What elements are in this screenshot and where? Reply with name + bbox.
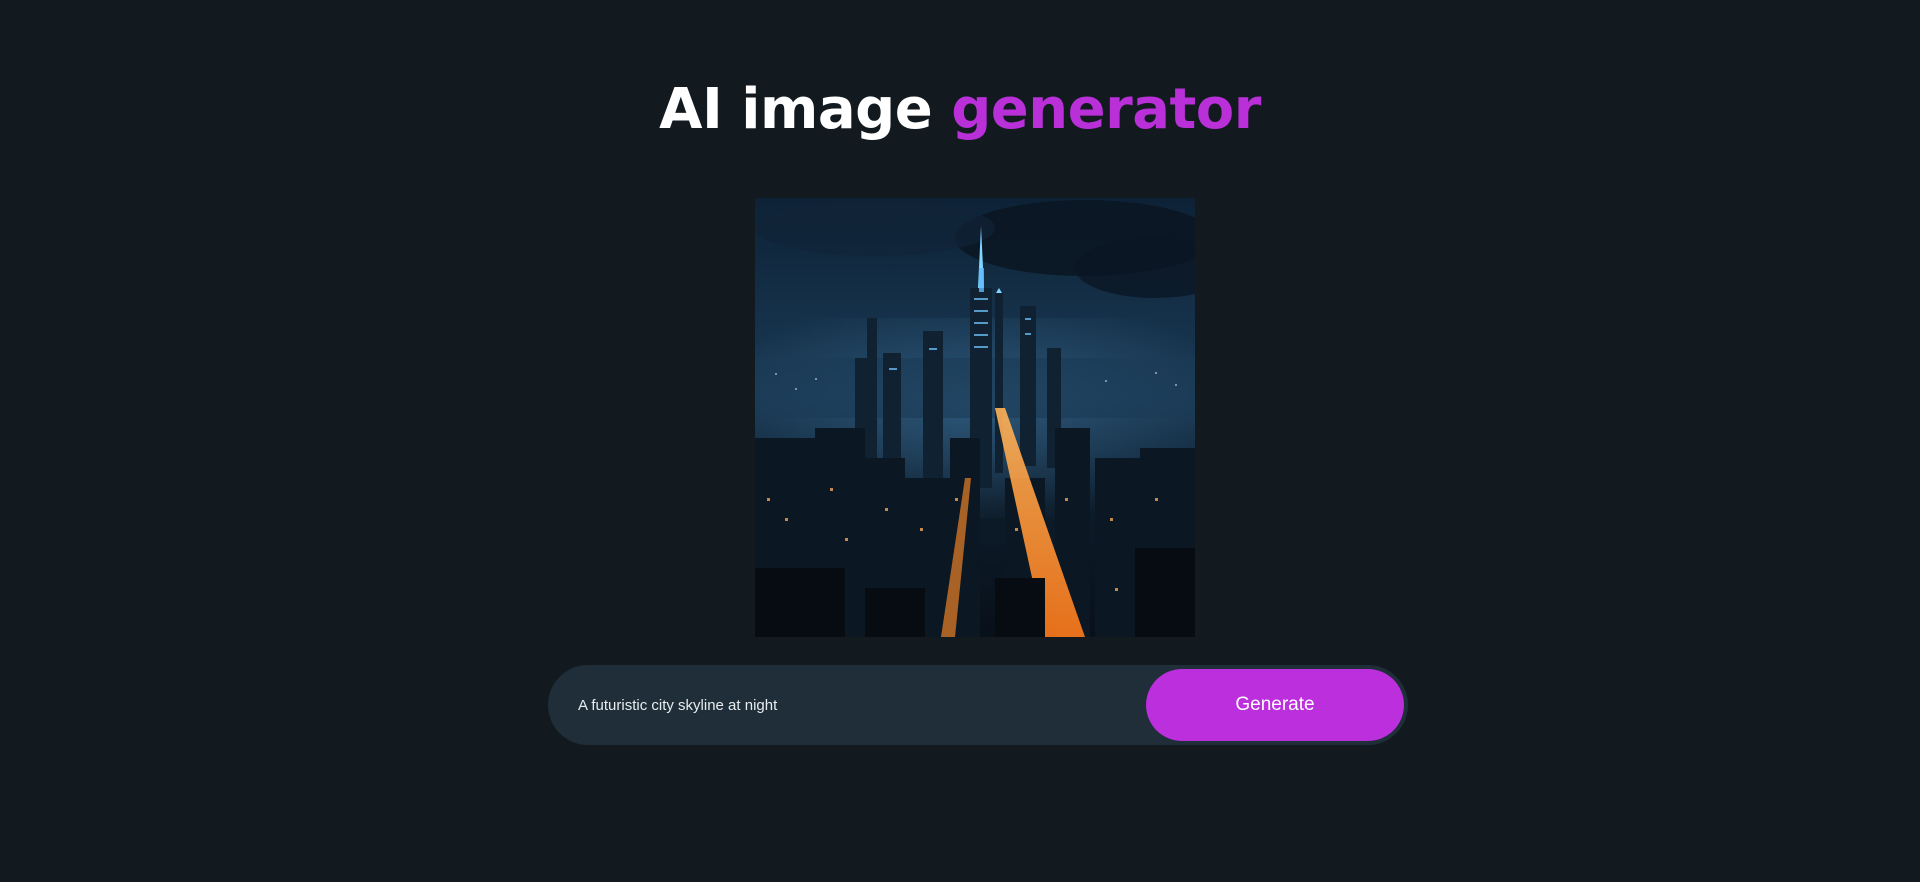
prompt-bar: Generate (548, 665, 1408, 745)
page-title: AI image generator (0, 70, 1920, 150)
prompt-input[interactable] (578, 685, 1118, 725)
app-page: AI image generator A futuristic city sky… (0, 0, 1920, 882)
title-accent: generator (951, 77, 1261, 142)
generate-button[interactable]: Generate (1146, 669, 1404, 741)
generated-image (755, 198, 1195, 637)
title-main: AI image (659, 77, 933, 142)
city-skyline-illustration (755, 198, 1195, 637)
